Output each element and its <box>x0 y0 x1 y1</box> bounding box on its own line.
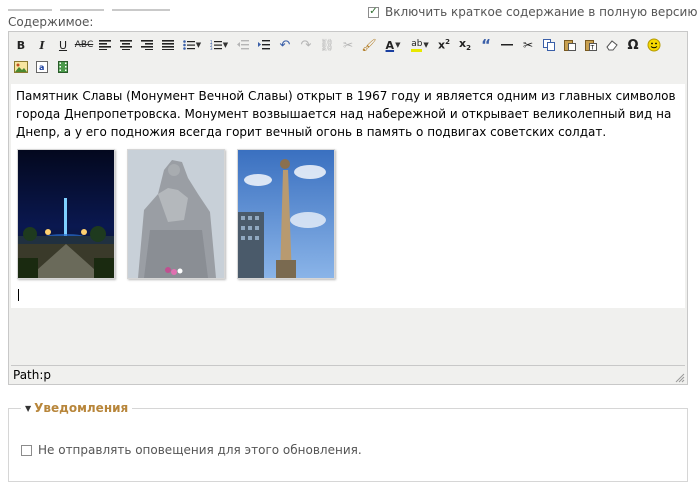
monument-night-photo[interactable] <box>17 149 115 279</box>
subscript-icon[interactable]: x2 <box>455 35 475 55</box>
chevron-down-icon: ▼ <box>395 41 401 49</box>
outdent-icon[interactable] <box>233 35 253 55</box>
unlink-icon[interactable]: ✂ <box>338 35 358 55</box>
svg-text:3: 3 <box>210 46 213 50</box>
summary-checkbox[interactable] <box>368 6 379 18</box>
italic-icon[interactable]: I <box>32 35 52 55</box>
paste-text-icon[interactable]: T <box>581 35 601 55</box>
cut-icon[interactable]: ✂ <box>518 35 538 55</box>
svg-text:T: T <box>590 45 595 52</box>
monument-column-photo[interactable] <box>237 149 335 279</box>
notifications-legend[interactable]: ▼ Уведомления <box>21 401 133 415</box>
highlight-color-icon[interactable]: ab ▼ <box>407 35 433 55</box>
text-cursor <box>18 289 19 301</box>
editor-toolbar: B I U ABC ▼ 1 2 3 ▼ ↶ ↷ ⛓ ✂ 🖌 A ▼ ab ▼ x… <box>11 34 687 82</box>
bold-icon[interactable]: B <box>11 35 31 55</box>
undo-icon[interactable]: ↶ <box>275 35 295 55</box>
path-value[interactable]: p <box>43 368 51 382</box>
editor-content-area[interactable]: Памятник Славы (Монумент Вечной Славы) о… <box>11 84 685 308</box>
insert-media-icon[interactable] <box>53 57 73 77</box>
align-left-icon[interactable] <box>95 35 115 55</box>
tab-stub[interactable] <box>111 9 170 11</box>
link-icon[interactable]: ⛓ <box>317 35 337 55</box>
paste-icon[interactable] <box>560 35 580 55</box>
collapse-triangle-icon: ▼ <box>25 403 32 413</box>
notifications-fieldset: ▼ Уведомления Не отправлять оповещения д… <box>8 401 688 482</box>
chevron-down-icon: ▼ <box>222 41 229 49</box>
insert-anchor-icon[interactable]: a <box>32 57 52 77</box>
align-center-icon[interactable] <box>116 35 136 55</box>
monument-statue-photo[interactable] <box>127 149 225 279</box>
blockquote-icon[interactable]: “ <box>476 35 496 55</box>
content-label: Содержимое: <box>8 15 94 29</box>
no-notify-label: Не отправлять оповещения для этого обнов… <box>38 443 362 457</box>
chevron-down-icon: ▼ <box>423 41 429 49</box>
resize-handle-icon[interactable] <box>675 372 685 383</box>
summary-checkbox-label: Включить краткое содержание в полную вер… <box>385 5 698 19</box>
no-notify-checkbox[interactable] <box>21 444 32 456</box>
rich-text-editor: B I U ABC ▼ 1 2 3 ▼ ↶ ↷ ⛓ ✂ 🖌 A ▼ ab ▼ x… <box>8 31 688 385</box>
underline-icon[interactable]: U <box>53 35 73 55</box>
strikethrough-icon[interactable]: ABC <box>74 35 94 55</box>
tab-stub[interactable] <box>8 9 52 11</box>
copy-icon[interactable] <box>539 35 559 55</box>
bullet-list-icon[interactable]: ▼ <box>179 35 205 55</box>
special-char-icon[interactable]: Ω <box>623 35 643 55</box>
emoticon-icon[interactable] <box>644 35 664 55</box>
tab-stub[interactable] <box>59 9 104 11</box>
numbered-list-icon[interactable]: 1 2 3 ▼ <box>206 35 232 55</box>
align-justify-icon[interactable] <box>158 35 178 55</box>
svg-text:a: a <box>39 63 44 72</box>
insert-image-icon[interactable] <box>11 57 31 77</box>
path-label: Path: <box>13 368 44 382</box>
superscript-icon[interactable]: x2 <box>434 35 454 55</box>
image-row <box>17 149 680 279</box>
align-right-icon[interactable] <box>137 35 157 55</box>
cleanup-icon[interactable]: 🖌 <box>359 35 379 55</box>
chevron-down-icon: ▼ <box>195 41 202 49</box>
summary-option[interactable]: Включить краткое содержание в полную вер… <box>368 5 697 19</box>
top-tab-stubs <box>8 0 208 11</box>
erase-icon[interactable] <box>602 35 622 55</box>
editor-path-bar: Path: p <box>11 365 685 384</box>
horizontal-rule-icon[interactable] <box>497 35 517 55</box>
editor-paragraph: Памятник Славы (Монумент Вечной Славы) о… <box>16 89 676 139</box>
indent-icon[interactable] <box>254 35 274 55</box>
redo-icon[interactable]: ↷ <box>296 35 316 55</box>
no-notify-option[interactable]: Не отправлять оповещения для этого обнов… <box>21 443 362 457</box>
notifications-legend-text: Уведомления <box>34 401 129 415</box>
text-color-icon[interactable]: A ▼ <box>380 35 406 55</box>
